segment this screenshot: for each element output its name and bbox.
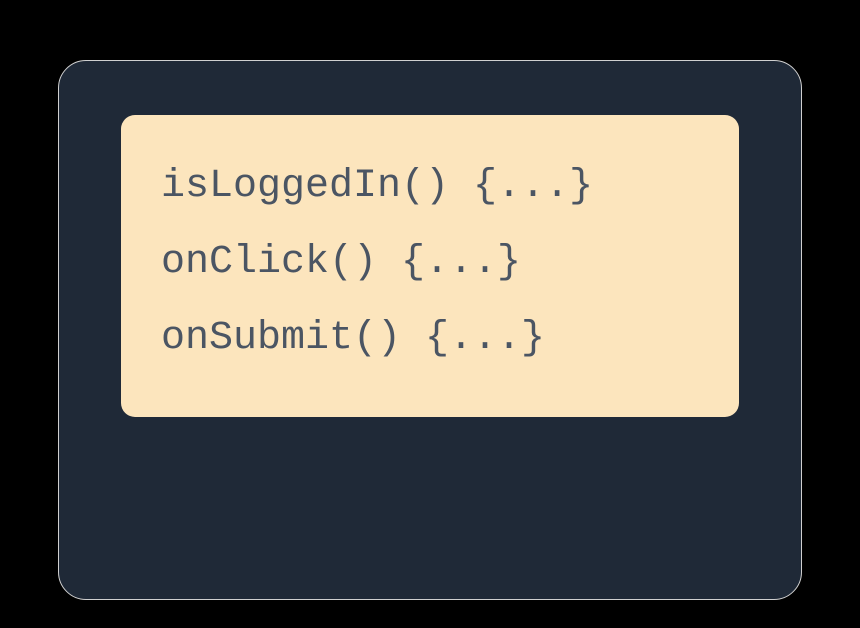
code-line: onSubmit() {...} [161,301,699,377]
code-panel: isLoggedIn() {...} onClick() {...} onSub… [58,60,802,600]
code-line: isLoggedIn() {...} [161,149,699,225]
code-line: onClick() {...} [161,225,699,301]
code-block: isLoggedIn() {...} onClick() {...} onSub… [121,115,739,417]
